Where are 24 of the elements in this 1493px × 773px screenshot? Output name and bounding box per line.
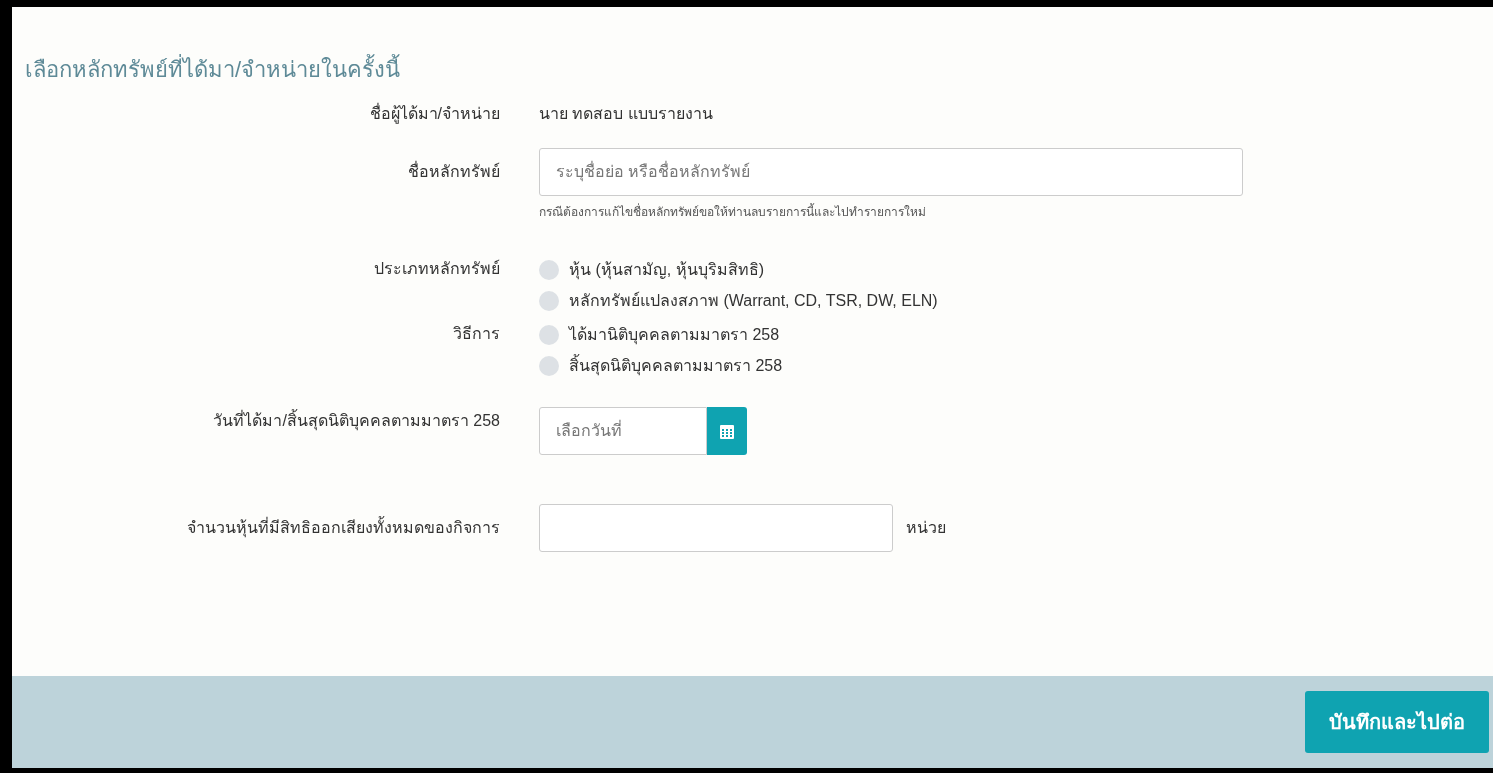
save-and-continue-button[interactable]: บันทึกและไปต่อ xyxy=(1305,691,1489,753)
date-field[interactable]: เลือกวันที่ xyxy=(539,407,707,455)
field-label: ชื่อผู้ได้มา/จำหน่าย xyxy=(369,102,500,126)
radio-button[interactable] xyxy=(539,290,559,311)
unit-label: หน่วย xyxy=(906,518,946,538)
calendar-button[interactable] xyxy=(707,407,747,455)
radio-button[interactable] xyxy=(539,324,559,345)
field-label: จำนวนหุ้นที่มีสิทธิออกเสียงทั้งหมดของกิจการ xyxy=(187,516,500,540)
hint-text: กรณีต้องการแก้ไขชื่อหลักทรัพย์ขอให้ท่านลบรายการนี้และไปทำรายการใหม่ xyxy=(539,204,927,220)
field-label: ชื่อหลักทรัพย์ xyxy=(408,160,500,182)
radio-label: หุ้น (หุ้นสามัญ, หุ้นบุริมสิทธิ) xyxy=(569,259,764,282)
acquirer-name: นาย ทดสอบ แบบรายงาน xyxy=(539,104,713,124)
voting-shares-field[interactable] xyxy=(539,504,893,552)
radio-label: หลักทรัพย์แปลงสภาพ (Warrant, CD, TSR, DW, ELN) xyxy=(569,290,938,311)
radio-label: สิ้นสุดนิติบุคคลตามมาตรา 258 xyxy=(569,353,783,378)
field-label: วันที่ได้มา/สิ้นสุดนิติบุคคลตามมาตรา 258 xyxy=(213,409,500,433)
field-label: ประเภทหลักทรัพย์ xyxy=(374,258,500,279)
radio-button[interactable] xyxy=(539,259,559,280)
security-name-field[interactable]: ระบุชื่อย่อ หรือชื่อหลักทรัพย์ xyxy=(539,148,1243,196)
field-label: วิธีการ xyxy=(453,324,500,344)
calendar-icon xyxy=(719,422,735,440)
section-title: เลือกหลักทรัพย์ที่ได้มา/จำหน่ายในครั้งนี้ xyxy=(25,56,1493,84)
radio-button[interactable] xyxy=(539,355,559,376)
radio-label: ได้มานิติบุคคลตามมาตรา 258 xyxy=(569,324,780,347)
